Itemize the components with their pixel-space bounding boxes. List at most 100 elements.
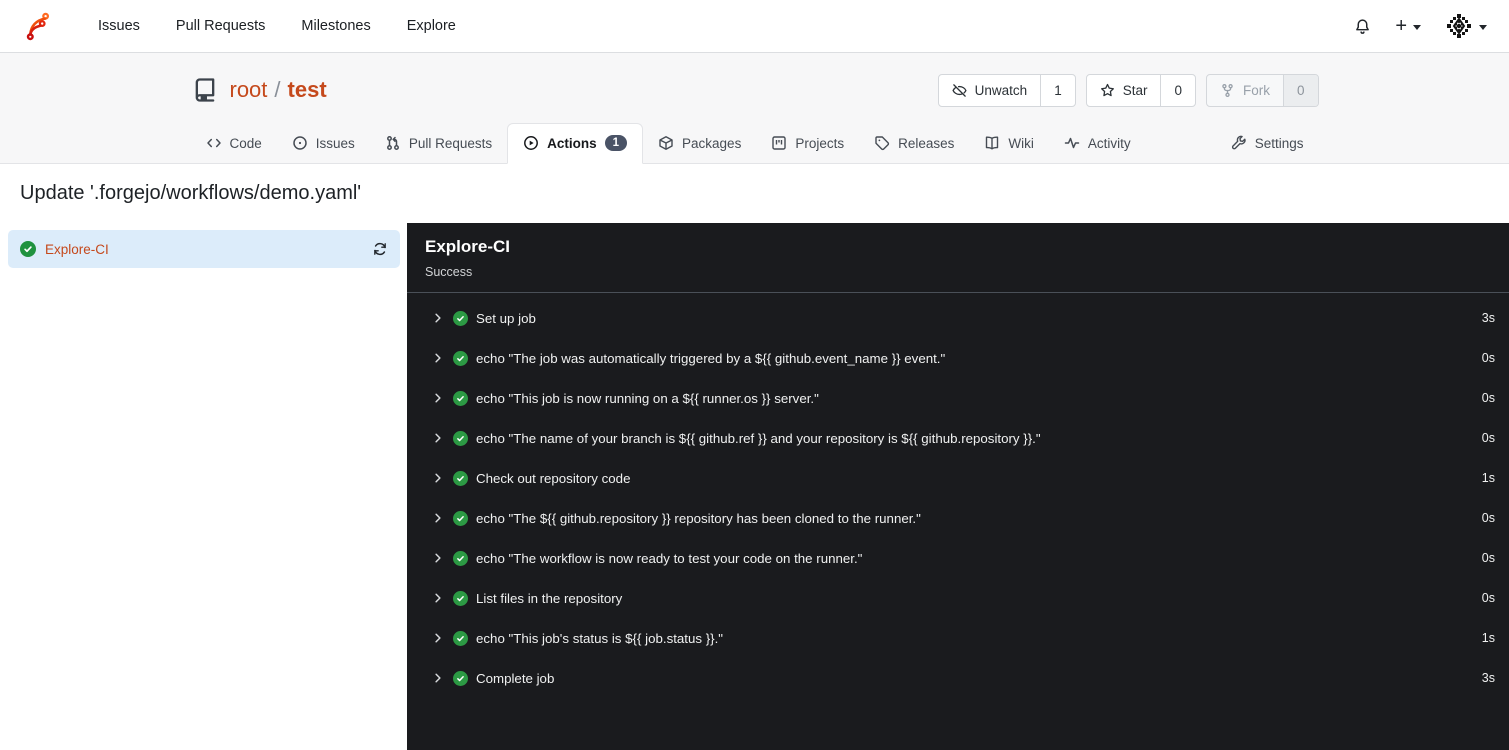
- step-duration: 0s: [1481, 591, 1495, 605]
- workflow-step[interactable]: echo "This job's status is ${{ job.statu…: [407, 618, 1509, 658]
- tab-issues[interactable]: Issues: [277, 124, 370, 163]
- repo-action-buttons: Unwatch 1 Star 0 Fork 0: [937, 73, 1319, 107]
- jobs-sidebar: Explore-CI: [0, 223, 407, 750]
- fork-button[interactable]: Fork: [1207, 75, 1283, 106]
- fork-icon: [1220, 83, 1235, 98]
- step-success-icon: [453, 390, 468, 406]
- job-item-explore-ci[interactable]: Explore-CI: [8, 230, 400, 268]
- refresh-icon[interactable]: [372, 241, 388, 257]
- issue-icon: [292, 135, 308, 151]
- bell-icon: [1354, 18, 1371, 35]
- workflow-step[interactable]: echo "This job is now running on a ${{ r…: [407, 378, 1509, 418]
- chevron-right-icon[interactable]: [432, 672, 444, 684]
- step-label: echo "The ${{ github.repository }} repos…: [476, 510, 921, 526]
- step-label: echo "The job was automatically triggere…: [476, 350, 946, 366]
- tab-wiki[interactable]: Wiki: [969, 124, 1049, 163]
- step-duration: 1s: [1481, 471, 1495, 485]
- workflow-run-view: Explore-CI Explore-CI Success Set up job…: [0, 223, 1509, 750]
- play-circle-icon: [523, 135, 539, 151]
- step-label: echo "The name of your branch is ${{ git…: [476, 430, 1041, 446]
- step-label: Set up job: [476, 310, 536, 326]
- star-label: Star: [1122, 82, 1148, 98]
- chevron-right-icon[interactable]: [432, 632, 444, 644]
- user-menu-button[interactable]: [1445, 12, 1487, 40]
- workflow-step[interactable]: Set up job 3s: [407, 298, 1509, 338]
- chevron-right-icon[interactable]: [432, 312, 444, 324]
- navbar-item-pull-requests[interactable]: Pull Requests: [158, 12, 283, 40]
- tab-actions[interactable]: Actions 1: [507, 123, 644, 164]
- workflow-step[interactable]: Check out repository code 1s: [407, 458, 1509, 498]
- tab-label: Pull Requests: [408, 135, 493, 151]
- workflow-step[interactable]: echo "The workflow is now ready to test …: [407, 538, 1509, 578]
- step-label: Check out repository code: [476, 470, 631, 486]
- unwatch-label: Unwatch: [974, 82, 1028, 98]
- tab-projects[interactable]: Projects: [756, 124, 859, 163]
- forks-count[interactable]: 0: [1282, 74, 1318, 106]
- repo-separator: /: [274, 77, 281, 102]
- tab-label: Releases: [898, 135, 955, 151]
- star-button-group: Star 0: [1085, 73, 1196, 107]
- repo-header: root / test Unwatch 1 Star 0 Fork 0 Code…: [0, 53, 1509, 164]
- pull-request-icon: [385, 135, 401, 151]
- chevron-down-icon: [1479, 24, 1487, 30]
- unwatch-button[interactable]: Unwatch: [939, 75, 1041, 106]
- job-log-header: Explore-CI Success: [407, 223, 1509, 293]
- tab-label: Actions: [547, 135, 597, 151]
- chevron-right-icon[interactable]: [432, 472, 444, 484]
- step-label: echo "The workflow is now ready to test …: [476, 550, 863, 566]
- navbar-item-explore[interactable]: Explore: [389, 12, 474, 40]
- create-new-button[interactable]: +: [1395, 16, 1421, 36]
- repo-name-link[interactable]: test: [288, 77, 327, 103]
- tab-pull-requests[interactable]: Pull Requests: [370, 124, 507, 163]
- tab-settings[interactable]: Settings: [1216, 124, 1319, 163]
- step-duration: 3s: [1481, 311, 1495, 325]
- steps-list: Set up job 3s echo "The job was automati…: [407, 293, 1509, 698]
- tab-label: Wiki: [1008, 135, 1034, 151]
- workflow-step[interactable]: List files in the repository 0s: [407, 578, 1509, 618]
- package-icon: [658, 135, 674, 151]
- tab-packages[interactable]: Packages: [643, 124, 756, 163]
- tab-label: Code: [229, 135, 262, 151]
- step-success-icon: [453, 550, 468, 566]
- avatar-identicon: [1445, 12, 1473, 40]
- star-icon: [1100, 83, 1115, 98]
- job-log-panel: Explore-CI Success Set up job 3s echo "T…: [407, 223, 1509, 750]
- tools-icon: [1231, 135, 1247, 151]
- project-board-icon: [771, 135, 787, 151]
- star-button[interactable]: Star: [1087, 75, 1161, 106]
- notifications-button[interactable]: [1354, 18, 1371, 35]
- forgejo-logo[interactable]: [22, 11, 52, 41]
- workflow-step[interactable]: echo "The name of your branch is ${{ git…: [407, 418, 1509, 458]
- repo-breadcrumb: root / test: [230, 77, 327, 103]
- step-success-icon: [453, 430, 468, 446]
- actions-count-badge: 1: [604, 135, 628, 151]
- chevron-right-icon[interactable]: [432, 512, 444, 524]
- tab-label: Issues: [315, 135, 355, 151]
- top-navbar: Issues Pull Requests Milestones Explore …: [0, 0, 1509, 53]
- navbar-item-issues[interactable]: Issues: [80, 12, 158, 40]
- tab-activity[interactable]: Activity: [1049, 124, 1146, 163]
- workflow-step[interactable]: Complete job 3s: [407, 658, 1509, 698]
- watchers-count[interactable]: 1: [1040, 74, 1075, 106]
- step-duration: 0s: [1481, 391, 1495, 405]
- tab-code[interactable]: Code: [191, 124, 277, 163]
- repo-owner-link[interactable]: root: [230, 77, 268, 103]
- navbar-right: +: [1354, 12, 1487, 40]
- step-duration: 1s: [1481, 631, 1495, 645]
- tab-releases[interactable]: Releases: [859, 124, 969, 163]
- chevron-right-icon[interactable]: [432, 392, 444, 404]
- chevron-right-icon[interactable]: [432, 352, 444, 364]
- step-success-icon: [453, 630, 468, 646]
- step-success-icon: [453, 470, 468, 486]
- chevron-right-icon[interactable]: [432, 432, 444, 444]
- tab-label: Packages: [682, 135, 742, 151]
- workflow-step[interactable]: echo "The ${{ github.repository }} repos…: [407, 498, 1509, 538]
- chevron-right-icon[interactable]: [432, 552, 444, 564]
- chevron-right-icon[interactable]: [432, 592, 444, 604]
- step-label: echo "This job is now running on a ${{ r…: [476, 390, 819, 406]
- stars-count[interactable]: 0: [1160, 74, 1195, 106]
- workflow-step[interactable]: echo "The job was automatically triggere…: [407, 338, 1509, 378]
- fork-button-group: Fork 0: [1205, 73, 1319, 107]
- navbar-item-milestones[interactable]: Milestones: [283, 12, 388, 40]
- step-duration: 0s: [1481, 551, 1495, 565]
